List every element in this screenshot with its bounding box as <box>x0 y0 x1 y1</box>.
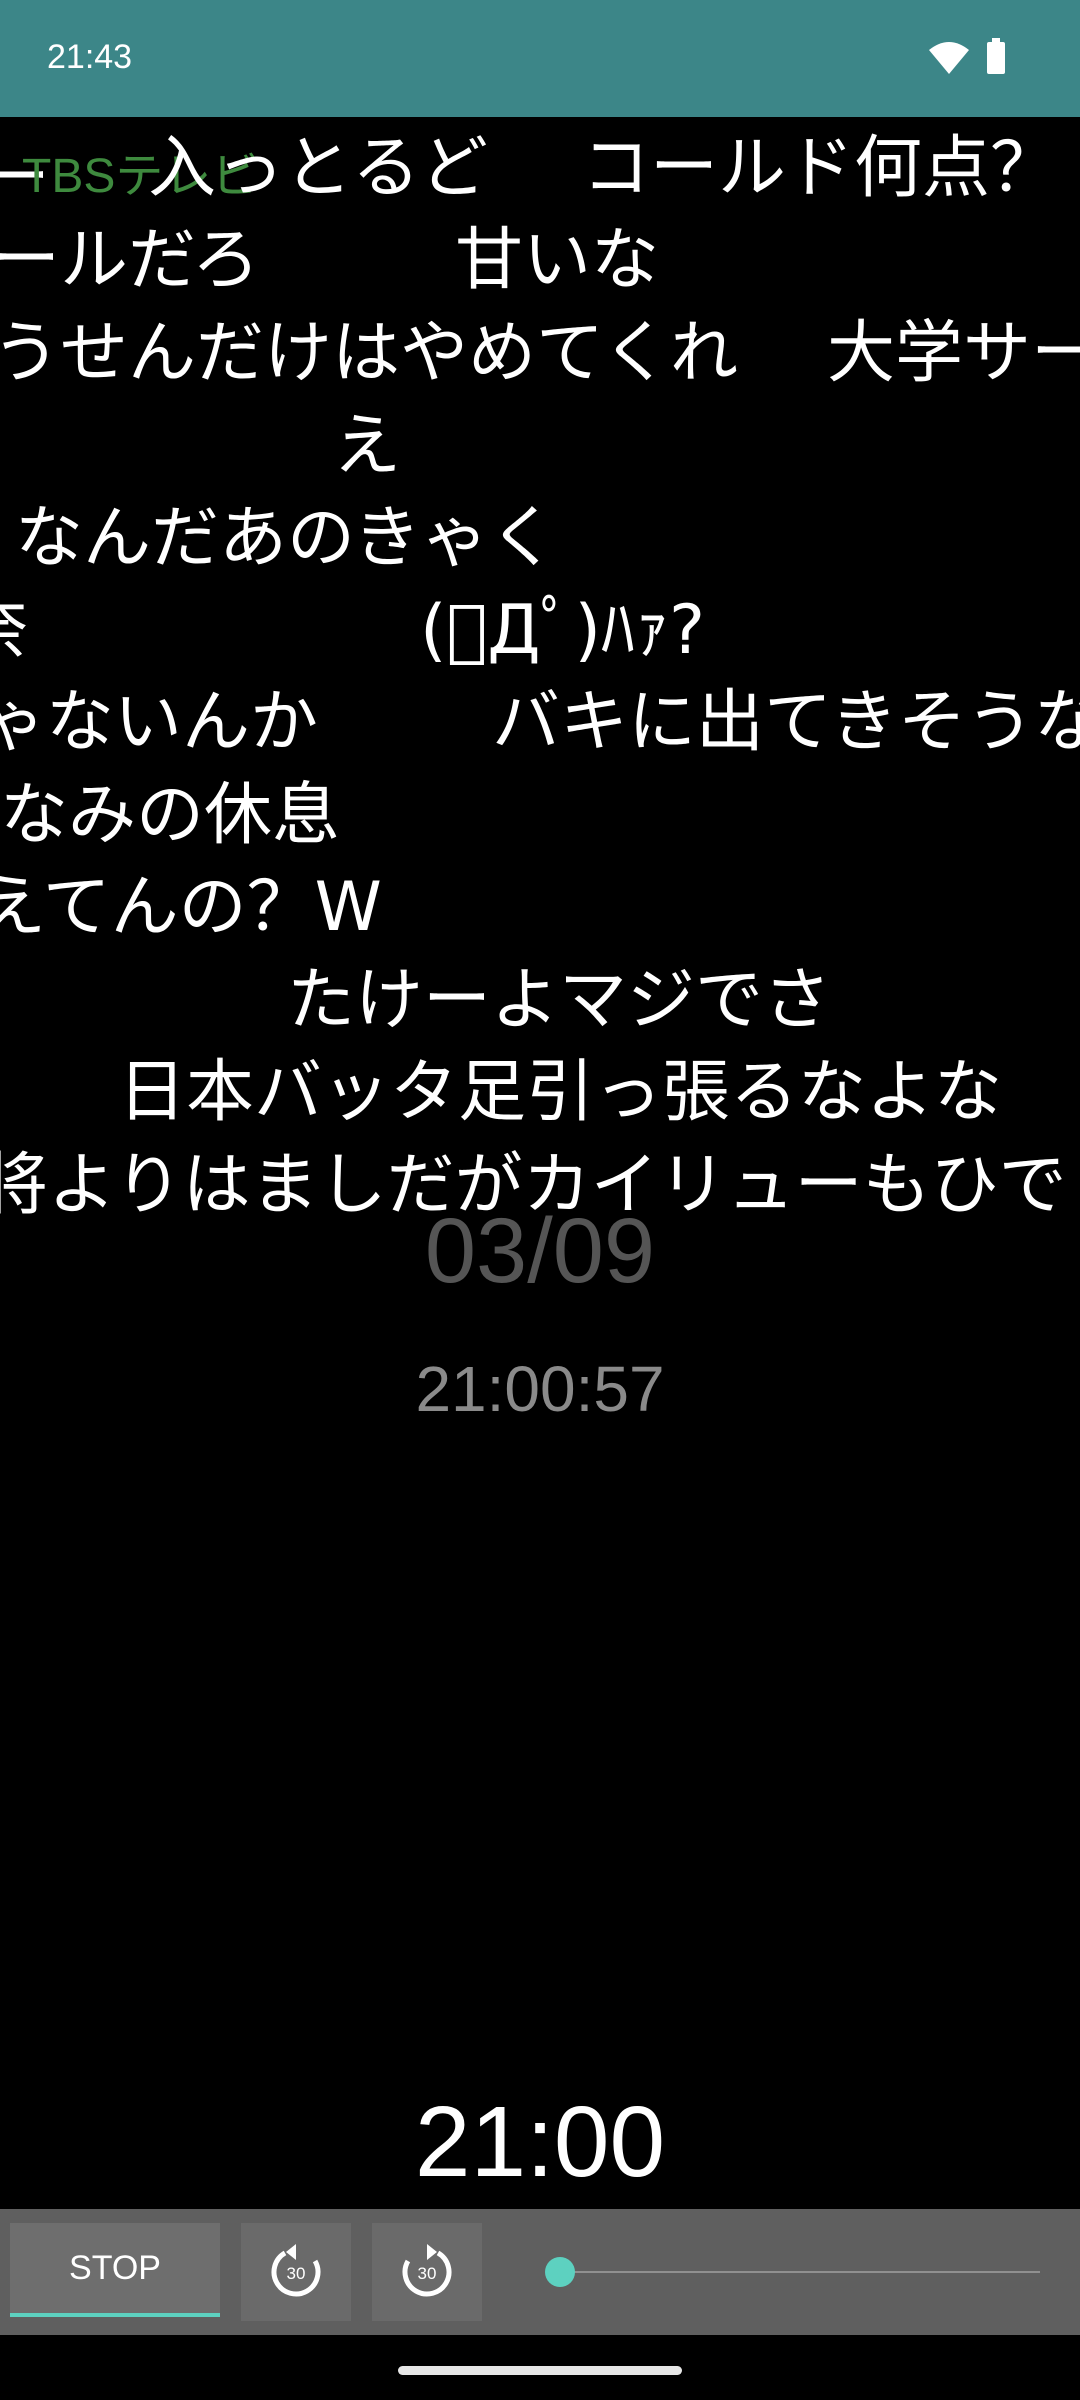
rewind-30-label: 30 <box>287 2264 306 2283</box>
rewind-30-button[interactable]: 30 <box>241 2223 351 2321</box>
comment-text: なみの休息 <box>0 776 341 855</box>
status-time: 21:43 <box>47 38 133 76</box>
home-handle[interactable] <box>398 2366 682 2375</box>
rewind-30-icon: 30 <box>271 2244 321 2297</box>
comment-text: 大学サー <box>827 314 1080 393</box>
comment-text: えてんの？W <box>0 868 382 947</box>
comment-text: 奈 <box>0 597 28 665</box>
comment-text: 日本バッタ足引っ張るなよな <box>118 1053 1003 1132</box>
comment-text: バキに出てきそうな <box>492 683 1080 762</box>
time-overlay: 21:00:57 <box>415 1353 665 1425</box>
comment-text: ゃないんか <box>0 683 319 762</box>
comment-text: うせんだけはやめてくれ <box>0 314 738 393</box>
comment-text: たけーよマジでさ <box>287 961 832 1040</box>
battery-icon <box>987 38 1005 74</box>
comment-text: 将よりはましだがカイリューもひで <box>0 1146 1067 1225</box>
forward-30-button[interactable]: 30 <box>372 2223 482 2321</box>
forward-30-icon: 30 <box>402 2244 452 2297</box>
comment-text: なんだあのきゃく <box>15 499 557 578</box>
comment-text: 入っとるど <box>148 129 489 208</box>
comment-stage: 03/09 21:00:57 ー TBSテレビ 入っとるど コールド何点？ ールだろ 甘い… <box>0 117 1080 2209</box>
comment-text: え <box>333 407 402 486</box>
comment-text: コールド何点？ <box>582 129 1059 208</box>
status-bar: 21:43 <box>0 0 1080 117</box>
wifi-icon <box>929 42 969 74</box>
comment-text: 甘いな <box>455 221 660 300</box>
current-time: 21:00 <box>414 2086 666 2198</box>
seek-slider[interactable] <box>550 2271 1040 2273</box>
stop-button[interactable]: STOP <box>10 2223 220 2317</box>
playback-controls: STOP 30 30 <box>0 2209 1080 2335</box>
comment-text: ールだろ <box>0 221 260 300</box>
comment-text: (ﾟДﾟ)ﾊｧ? <box>420 591 706 670</box>
forward-30-label: 30 <box>418 2264 437 2283</box>
seek-thumb[interactable] <box>544 2257 575 2287</box>
